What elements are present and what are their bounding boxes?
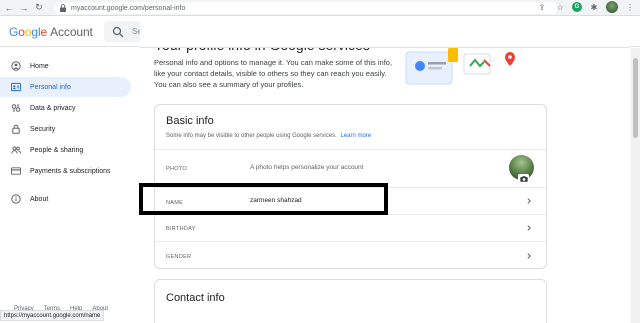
info-icon: [11, 194, 21, 204]
contact-info-card: Contact info: [154, 279, 547, 323]
home-icon: [11, 61, 21, 71]
status-bar-url: https://myaccount.google.com/name: [0, 310, 105, 321]
sidebar-item-people-sharing[interactable]: People & sharing: [0, 140, 131, 160]
card-icon: [11, 166, 21, 176]
sidebar-item-payments[interactable]: Payments & subscriptions: [0, 161, 131, 181]
sidebar-item-label: Payments & subscriptions: [30, 167, 111, 175]
forward-icon[interactable]: →: [18, 2, 30, 14]
search-icon: [112, 26, 124, 37]
share-icon[interactable]: ⇪: [536, 1, 548, 13]
page-title: Your profile info in Google services: [154, 37, 370, 53]
logo-suffix: Account: [50, 25, 93, 39]
sidebar-nav: Home Personal info Data & privacy Securi…: [0, 48, 140, 323]
people-icon: [11, 145, 21, 155]
highlight-annotation-box: [139, 183, 388, 215]
sidebar-item-security[interactable]: Security: [0, 119, 131, 139]
url-text: myaccount.google.com/personal-info: [71, 4, 186, 12]
sidebar-item-label: About: [30, 195, 49, 203]
row-label: PHOTO: [166, 166, 187, 172]
row-label: GENDER: [166, 254, 192, 260]
sidebar-item-home[interactable]: Home: [0, 56, 131, 76]
personal-info-icon: [11, 82, 21, 92]
address-bar[interactable]: myaccount.google.com/personal-info: [54, 2, 558, 14]
bookmark-star-icon[interactable]: ☆: [554, 1, 566, 13]
apps-grid-icon[interactable]: [588, 26, 599, 37]
data-privacy-icon: [11, 103, 21, 113]
extensions-puzzle-icon[interactable]: ✱: [588, 1, 600, 13]
sidebar-item-about[interactable]: About: [0, 189, 131, 209]
search-input[interactable]: [132, 27, 412, 36]
lock-icon: [60, 4, 66, 12]
chevron-right-icon: [527, 198, 531, 204]
google-account-logo[interactable]: Google Account: [9, 25, 93, 39]
sidebar-item-data-privacy[interactable]: Data & privacy: [0, 98, 131, 118]
basic-info-subtitle-text: Some info may be visible to other people…: [166, 133, 337, 139]
basic-info-subtitle: Some info may be visible to other people…: [166, 133, 371, 139]
logo-letter: g: [31, 25, 38, 39]
sidebar-item-label: Personal info: [30, 83, 71, 91]
browser-toolbar: ← → ↻ myaccount.google.com/personal-info…: [0, 0, 640, 16]
contact-info-title: Contact info: [166, 292, 225, 304]
scrollbar-thumb[interactable]: [633, 58, 638, 138]
account-avatar[interactable]: [609, 23, 626, 40]
row-label: BIRTHDAY: [166, 226, 196, 232]
chevron-right-icon: [527, 253, 531, 259]
basic-info-title: Basic info: [166, 115, 214, 127]
lock-icon: [11, 124, 21, 134]
learn-more-link[interactable]: Learn more: [340, 133, 371, 139]
sidebar-item-personal-info[interactable]: Personal info: [0, 77, 131, 97]
help-icon[interactable]: [567, 26, 579, 38]
chevron-right-icon: [527, 225, 531, 231]
logo-letter: e: [40, 25, 48, 39]
birthday-row[interactable]: BIRTHDAY: [155, 214, 546, 241]
logo-letter: G: [9, 25, 19, 39]
profile-illustration: [405, 48, 515, 85]
reload-icon[interactable]: ↻: [33, 2, 45, 14]
browser-menu-icon[interactable]: ⋮: [624, 1, 636, 13]
gender-row[interactable]: GENDER: [155, 241, 546, 269]
logo-letter: o: [18, 25, 25, 39]
intro-text: Personal info and options to manage it. …: [154, 58, 393, 89]
photo-row[interactable]: PHOTO A photo helps personalize your acc…: [155, 149, 546, 187]
row-value: A photo helps personalize your account: [250, 164, 364, 171]
sidebar-item-label: Security: [30, 125, 56, 133]
camera-icon[interactable]: [518, 174, 529, 183]
page-scrollbar[interactable]: [631, 48, 640, 323]
sidebar-item-label: Home: [30, 62, 49, 70]
extension-icon[interactable]: G: [572, 2, 582, 12]
browser-profile-avatar[interactable]: [606, 1, 618, 13]
back-icon[interactable]: ←: [3, 2, 15, 14]
sidebar-item-label: People & sharing: [30, 146, 84, 154]
sidebar-item-label: Data & privacy: [30, 104, 76, 112]
